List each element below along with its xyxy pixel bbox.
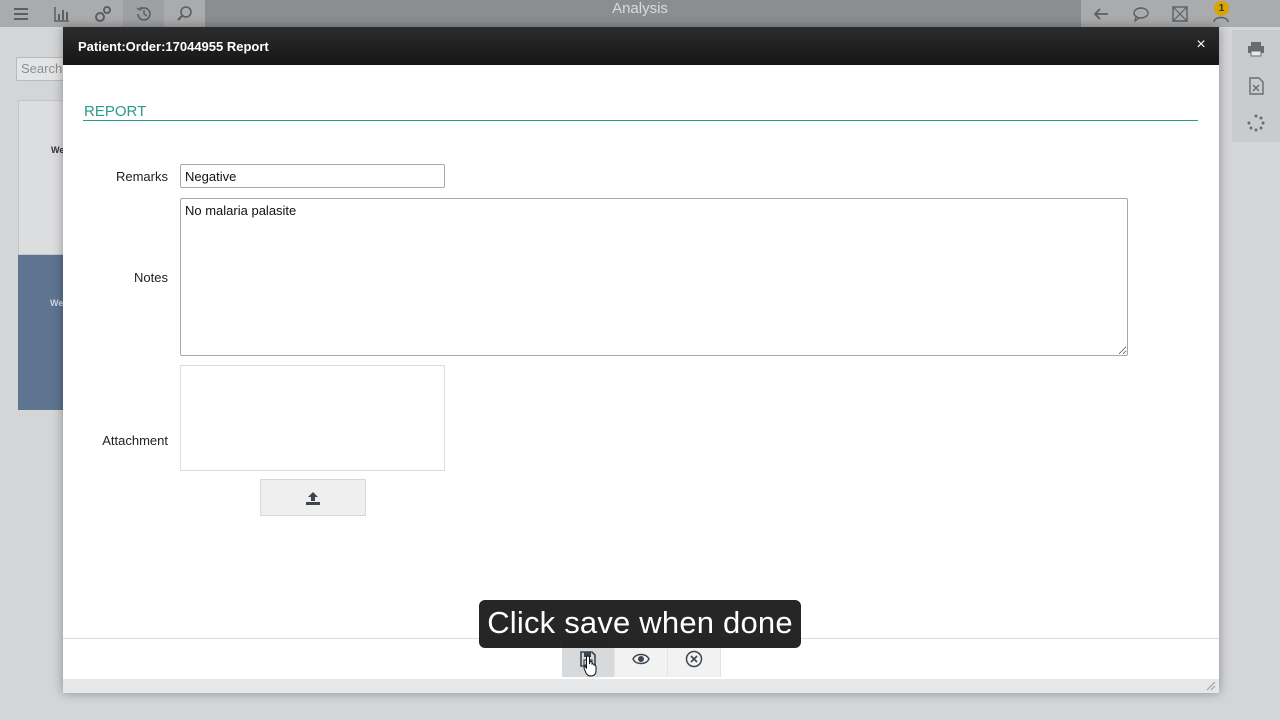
loading-spinner-icon [1247,114,1265,131]
bar-chart-icon [53,6,69,22]
report-modal: Patient:Order:17044955 Report × REPORT R… [63,27,1219,693]
upload-icon [306,491,320,505]
search-icon [176,5,192,21]
history-button[interactable] [123,0,164,27]
background-card-text: We [50,298,64,308]
search-button[interactable] [164,0,205,27]
background-card-selected: We [18,255,64,410]
back-button[interactable] [1081,0,1121,27]
close-icon[interactable]: × [1194,37,1208,53]
settings-icon [94,5,111,22]
modal-bottom-bar [63,679,1219,693]
mail-button[interactable] [1161,0,1201,27]
history-icon [136,6,151,21]
section-title: REPORT [84,103,147,120]
chat-icon [1133,6,1149,22]
cancel-circle-icon [685,650,703,668]
modal-title: Patient:Order:17044955 Report [78,39,269,54]
remarks-label: Remarks [115,169,168,184]
upload-button[interactable] [260,479,366,516]
print-icon [1248,41,1264,56]
section-divider [83,120,1198,121]
instruction-tooltip: Click save when done [479,600,801,648]
settings-button[interactable] [82,0,123,27]
attachment-label: Attachment [102,433,168,448]
print-button[interactable] [1232,30,1280,67]
remarks-input[interactable] [180,164,445,188]
chart-button[interactable] [41,0,82,27]
excel-export-icon [1249,76,1264,95]
notes-textarea[interactable]: No malaria palasite [180,198,1128,356]
preview-eye-icon [632,653,650,665]
resize-grip-icon[interactable] [1206,681,1216,691]
notification-badge[interactable]: 1 [1214,1,1229,16]
back-arrow-icon [1093,7,1108,20]
hand-cursor-icon [583,655,597,677]
top-left-toolbar [0,0,205,27]
menu-button[interactable] [0,0,41,27]
notes-label: Notes [134,270,168,285]
menu-icon [13,7,28,20]
background-card: We [18,100,64,255]
chat-button[interactable] [1121,0,1161,27]
loading-indicator [1232,104,1280,141]
attachment-dropzone[interactable] [180,365,445,471]
side-toolbar [1232,30,1280,142]
modal-header: Patient:Order:17044955 Report × [63,27,1219,65]
excel-export-button[interactable] [1232,67,1280,104]
mail-icon [1172,5,1188,22]
